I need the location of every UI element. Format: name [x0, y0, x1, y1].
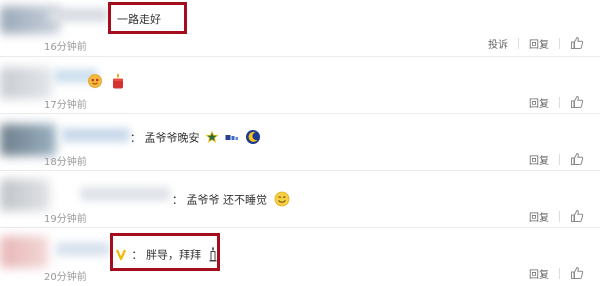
- comment-list: 一路走好 16分钟前 投诉 回复 17分钟前 回复 ： 孟爷爷晚安 18分钟前 …: [0, 0, 600, 286]
- comment-time: 16分钟前: [44, 42, 87, 53]
- report-link[interactable]: 投诉: [488, 36, 508, 51]
- action-divider: [559, 210, 560, 222]
- comment-actions: 投诉 回复: [488, 35, 584, 51]
- comment-row: ： 孟爷爷晚安 18分钟前 回复: [0, 114, 600, 171]
- avatar[interactable]: [0, 67, 52, 99]
- star-emoji: [205, 130, 219, 146]
- highlight-annotation-box: [110, 233, 220, 271]
- reply-link[interactable]: 回复: [529, 209, 549, 224]
- candle-emoji: [110, 72, 126, 93]
- comment-row: ： 孟爷爷 还不睡觉 19分钟前 回复: [0, 171, 600, 228]
- comment-row: 17分钟前 回复: [0, 57, 600, 114]
- action-divider: [518, 37, 519, 49]
- action-divider: [559, 37, 560, 49]
- username-blurred[interactable]: [56, 242, 110, 256]
- action-divider: [559, 267, 560, 279]
- sleep-emoji: [225, 132, 239, 145]
- comment-time: 18分钟前: [44, 157, 87, 168]
- comment-actions: 回复: [529, 208, 584, 224]
- comment-row: ： 胖导，拜拜 20分钟前 回复: [0, 228, 600, 286]
- reply-link[interactable]: 回复: [529, 36, 549, 51]
- comment-text: [84, 72, 126, 93]
- avatar[interactable]: [0, 236, 48, 268]
- reply-link[interactable]: 回复: [529, 266, 549, 281]
- username-blurred[interactable]: [48, 8, 108, 22]
- avatar[interactable]: [0, 179, 50, 211]
- action-divider: [559, 96, 560, 108]
- comment-row: 一路走好 16分钟前 投诉 回复: [0, 0, 600, 57]
- thumbs-up-icon[interactable]: [570, 36, 584, 50]
- comment-time: 19分钟前: [44, 214, 87, 225]
- smiling-face-emoji: [87, 73, 103, 92]
- comment-time: 17分钟前: [44, 100, 87, 111]
- moon-emoji: [245, 129, 261, 148]
- username-blurred[interactable]: [62, 128, 130, 142]
- comment-text-content: ： 孟爷爷晚安: [130, 131, 200, 145]
- comment-actions: 回复: [529, 151, 584, 167]
- comment-text-content: ： 孟爷爷 还不睡觉: [172, 193, 267, 207]
- reply-link[interactable]: 回复: [529, 95, 549, 110]
- username-blurred[interactable]: [80, 187, 170, 201]
- reply-link[interactable]: 回复: [529, 152, 549, 167]
- comment-actions: 回复: [529, 265, 584, 281]
- thumbs-up-icon[interactable]: [570, 266, 584, 280]
- highlight-annotation-box: [108, 2, 187, 34]
- action-divider: [559, 153, 560, 165]
- thumbs-up-icon[interactable]: [570, 209, 584, 223]
- thumbs-up-icon[interactable]: [570, 95, 584, 109]
- avatar[interactable]: [0, 124, 56, 156]
- comment-actions: 回复: [529, 94, 584, 110]
- smile-emoji: [274, 191, 290, 210]
- thumbs-up-icon[interactable]: [570, 152, 584, 166]
- comment-text: ： 孟爷爷晚安: [130, 129, 261, 148]
- comment-time: 20分钟前: [44, 272, 87, 283]
- comment-text: ： 孟爷爷 还不睡觉: [172, 191, 290, 210]
